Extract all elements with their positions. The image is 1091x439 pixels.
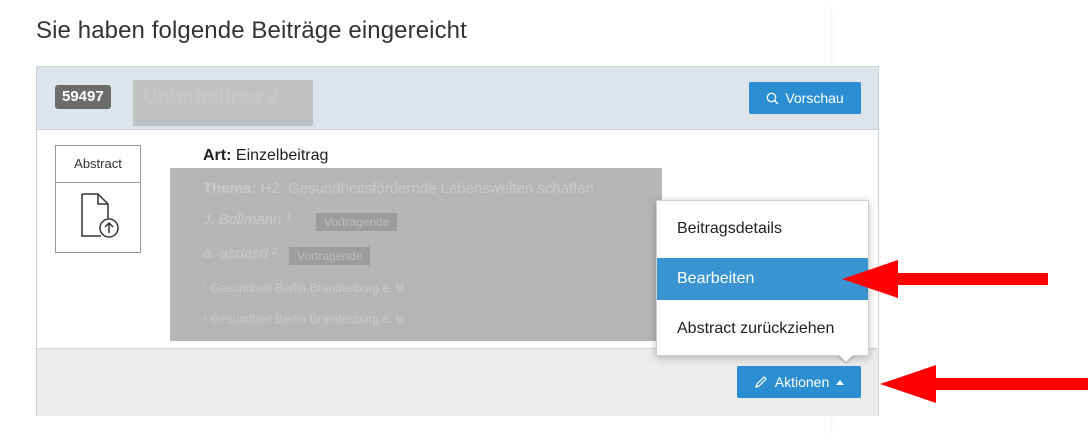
search-icon bbox=[766, 92, 779, 104]
affiliation-2: ² Gesundheit Berlin-Brandenburg e. V. bbox=[203, 312, 407, 326]
type-label: Art: bbox=[203, 147, 232, 164]
author-1: J. Bollmann ¹ bbox=[203, 211, 291, 228]
caret-up-icon bbox=[836, 380, 845, 385]
submission-title: Unterbeitrag 2 bbox=[143, 86, 279, 108]
preview-button[interactable]: Vorschau bbox=[749, 82, 861, 114]
menu-pointer bbox=[838, 354, 854, 362]
file-upload-icon bbox=[81, 193, 119, 238]
red-arrow-icon bbox=[842, 260, 1048, 298]
menu-item-withdraw[interactable]: Abstract zurückziehen bbox=[657, 308, 868, 350]
menu-item-details[interactable]: Beitragsdetails bbox=[657, 208, 868, 250]
type-value: Einzelbeitrag bbox=[235, 147, 329, 164]
actions-dropdown-menu: Beitragsdetails Bearbeiten Abstract zurü… bbox=[656, 200, 869, 356]
affiliation-1: ¹ Gesundheit Berlin-Brandenburg e. V. bbox=[203, 281, 407, 295]
menu-item-edit[interactable]: Bearbeiten bbox=[657, 258, 868, 300]
pencil-icon bbox=[754, 376, 767, 388]
theme-line: Thema: H2: Gesundheitsfördernde Lebenswe… bbox=[203, 180, 594, 197]
preview-button-label: Vorschau bbox=[785, 90, 844, 106]
actions-button[interactable]: Aktionen bbox=[737, 366, 861, 398]
card-header: 59497 Unterbeitrag 2 Vorschau bbox=[37, 67, 878, 130]
author-2: a. asdasd ² bbox=[203, 245, 278, 262]
type-line: Art: Einzelbeitrag bbox=[203, 147, 328, 165]
abstract-label: Abstract bbox=[56, 146, 140, 183]
theme-label: Thema: bbox=[203, 180, 257, 197]
red-arrow-icon bbox=[880, 365, 1088, 403]
author-1-tag: Vortragende bbox=[316, 213, 398, 231]
abstract-upload-box[interactable]: Abstract bbox=[55, 145, 141, 253]
theme-value: H2: Gesundheitsfördernde Lebenswelten sc… bbox=[260, 180, 594, 197]
author-2-tag: Vortragende bbox=[289, 247, 371, 265]
actions-button-label: Aktionen bbox=[774, 374, 830, 390]
submission-id-badge: 59497 bbox=[55, 85, 111, 109]
page-title: Sie haben folgende Beiträge eingereicht bbox=[36, 17, 467, 44]
